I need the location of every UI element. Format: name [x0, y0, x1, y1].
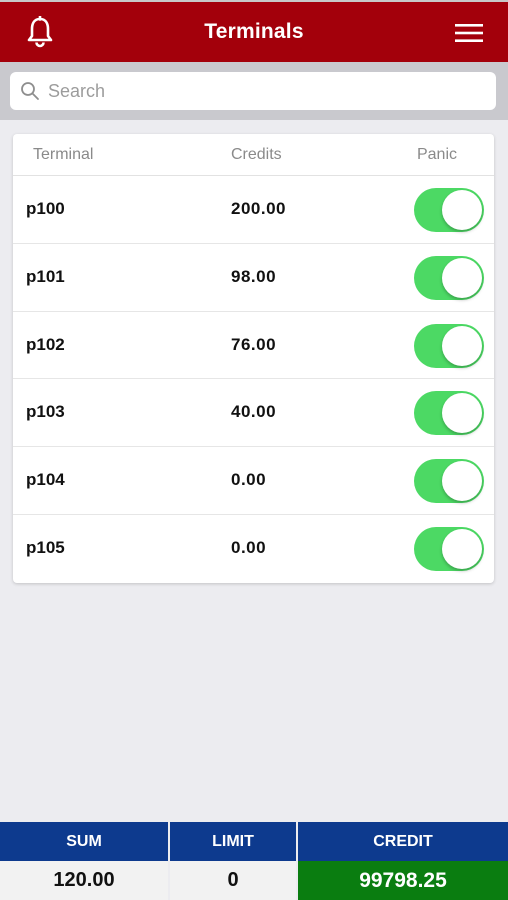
credit-label: CREDIT: [298, 822, 508, 861]
panic-toggle[interactable]: [414, 459, 484, 504]
terminal-id: p100: [26, 199, 65, 218]
terminal-id: p101: [26, 266, 65, 286]
table-row[interactable]: p105 0.00: [13, 515, 494, 583]
terminal-credits: 0.00: [231, 470, 267, 490]
toggle-knob: [442, 393, 482, 434]
terminal-credits: 0.00: [231, 537, 267, 557]
search-bar: [0, 62, 508, 120]
terminal-credits: 200.00: [231, 199, 286, 218]
panic-toggle[interactable]: [414, 323, 484, 368]
sum-value: 120.00: [0, 861, 168, 900]
search-box[interactable]: [10, 72, 496, 110]
terminal-credits: 76.00: [231, 334, 277, 354]
terminal-credits: 40.00: [231, 402, 277, 422]
toggle-knob: [442, 528, 482, 569]
column-header-credits: Credits: [231, 146, 282, 163]
sum-cell: SUM 120.00: [0, 822, 168, 900]
limit-label: LIMIT: [170, 822, 296, 861]
credit-value: 99798.25: [298, 861, 508, 900]
toggle-knob: [442, 461, 482, 502]
credit-cell: CREDIT 99798.25: [298, 822, 508, 900]
search-input[interactable]: [48, 80, 468, 102]
app-header: Terminals: [0, 0, 508, 62]
terminal-id: p104: [26, 470, 65, 490]
table-row[interactable]: p102 76.00: [13, 312, 494, 380]
column-header-terminal: Terminal: [33, 146, 94, 163]
table-header: Terminal Credits Panic: [13, 134, 494, 176]
table-row[interactable]: p104 0.00: [13, 447, 494, 515]
panic-toggle[interactable]: [414, 255, 484, 300]
terminals-table: Terminal Credits Panic p100 200.00 p101 …: [13, 134, 494, 583]
summary-footer: SUM 120.00 LIMIT 0 CREDIT 99798.25: [0, 822, 508, 900]
table-row[interactable]: p100 200.00: [13, 176, 494, 244]
bell-icon: [27, 16, 53, 48]
toggle-knob: [442, 257, 482, 298]
menu-button[interactable]: [452, 16, 486, 50]
notifications-button[interactable]: [22, 14, 58, 50]
terminal-id: p105: [26, 537, 65, 557]
hamburger-menu-icon: [455, 24, 483, 42]
search-icon: [21, 82, 39, 100]
column-header-panic: Panic: [416, 146, 457, 163]
limit-value: 0: [170, 861, 296, 900]
sum-label: SUM: [0, 822, 168, 861]
limit-cell: LIMIT 0: [170, 822, 296, 900]
terminal-credits: 98.00: [231, 266, 277, 286]
terminal-id: p102: [26, 334, 65, 354]
terminal-id: p103: [26, 402, 65, 422]
panic-toggle[interactable]: [414, 188, 484, 232]
table-row[interactable]: p101 98.00: [13, 244, 494, 312]
page-title: Terminals: [204, 20, 304, 43]
panic-toggle[interactable]: [414, 526, 484, 571]
toggle-knob: [442, 325, 482, 366]
table-row[interactable]: p103 40.00: [13, 379, 494, 448]
panic-toggle[interactable]: [414, 391, 484, 436]
toggle-knob: [442, 190, 482, 230]
